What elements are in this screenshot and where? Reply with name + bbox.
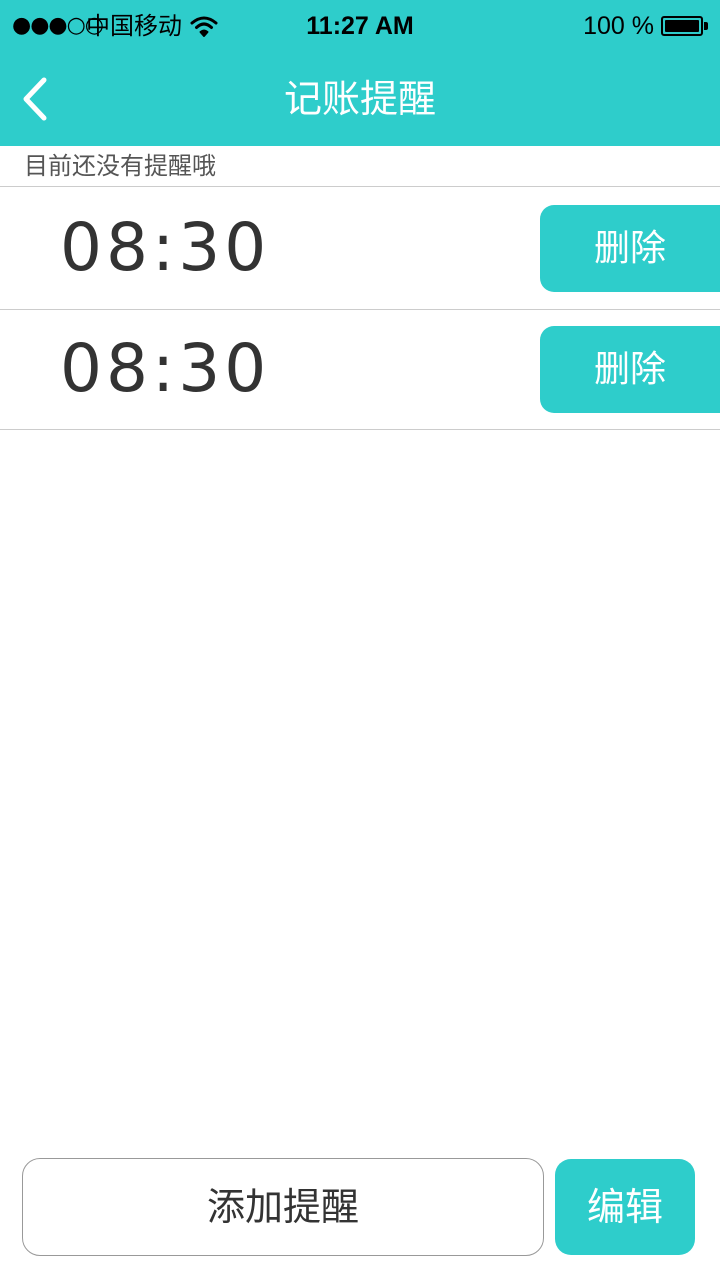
add-reminder-button[interactable]: 添加提醒 bbox=[22, 1158, 544, 1256]
header-bar: ●●●○○ 中国移动 11:27 AM 100 % 记账提醒 bbox=[0, 0, 720, 146]
delete-button[interactable]: 删除 bbox=[540, 326, 720, 413]
divider bbox=[0, 186, 720, 187]
battery-icon bbox=[661, 16, 703, 36]
battery-terminal bbox=[704, 22, 708, 30]
page-title: 记账提醒 bbox=[283, 77, 436, 121]
reminder-time: 08:30 bbox=[60, 209, 271, 286]
battery-level bbox=[665, 20, 699, 32]
delete-button[interactable]: 删除 bbox=[540, 205, 720, 292]
empty-hint: 目前还没有提醒哦 bbox=[24, 152, 216, 180]
edit-button[interactable]: 编辑 bbox=[555, 1159, 695, 1255]
status-bar: ●●●○○ 中国移动 11:27 AM 100 % bbox=[0, 0, 720, 52]
reminder-row: 08:30 删除 bbox=[0, 188, 720, 310]
divider bbox=[0, 429, 720, 430]
reminder-time: 08:30 bbox=[60, 330, 271, 407]
reminder-row: 08:30 删除 bbox=[0, 309, 720, 431]
battery-percentage: 100 % bbox=[583, 12, 654, 40]
